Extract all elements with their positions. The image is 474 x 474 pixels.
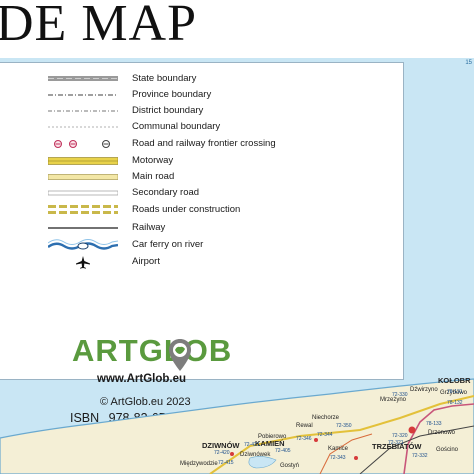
postcode-label: 72-421 (244, 442, 260, 448)
legend-row-motorway: Motorway (0, 154, 403, 168)
place-label: Dźwirzyno (410, 387, 438, 393)
postcode-label: 72-320 (392, 433, 408, 439)
legend-row-state-boundary: State boundary (0, 72, 403, 86)
legend-label: Communal boundary (132, 121, 221, 132)
publisher-brand: ARTGLOB (72, 333, 233, 368)
legend-label: Main road (132, 171, 175, 182)
place-label: Gościno (436, 447, 459, 453)
postcode-label: 72-415 (218, 460, 234, 466)
legend-row-province-boundary: Province boundary (0, 88, 403, 102)
map-title: DE MAP (0, 0, 198, 52)
place-label: Rewal (296, 423, 313, 429)
postcode-label: 72-330 (392, 392, 408, 398)
legend-row-secondary-road: Secondary road (0, 186, 403, 200)
car-ferry-symbol (48, 239, 118, 250)
legend-label: Secondary road (132, 187, 200, 198)
town-marker (314, 438, 318, 442)
frontier-crossing-symbol (54, 140, 110, 148)
legend-label: Car ferry on river (132, 239, 204, 250)
place-label: Dziwnówek (240, 452, 271, 458)
railway-symbol (48, 227, 118, 229)
legend-label: State boundary (132, 73, 197, 84)
place-label: Międzywodzie (180, 461, 218, 467)
postcode-label: 72-346 (296, 436, 312, 442)
roads-under-construction-symbol (48, 205, 118, 214)
postcode-label: 78-132 (447, 400, 463, 406)
legend-label: Road and railway frontier crossing (132, 138, 276, 149)
legend-row-airport: Airport (0, 255, 403, 269)
postcode-label: 72-420 (214, 450, 230, 456)
place-label: Niechorze (312, 415, 340, 421)
legend-panel: State boundary Province boundary Distric… (0, 62, 404, 425)
district-boundary-symbol (48, 110, 118, 112)
legend-label: Roads under construction (132, 204, 241, 215)
town-marker (230, 452, 234, 456)
postcode-label: 72-343 (330, 455, 346, 461)
title-band: DE MAP (0, 0, 474, 52)
map-pin-icon (169, 339, 191, 371)
place-label: DZIWNÓW (202, 441, 240, 450)
postcode-label: 78-133 (426, 421, 442, 427)
place-label: Kamice (328, 446, 349, 452)
state-boundary-symbol (48, 76, 118, 81)
place-label: KOŁOBR (438, 376, 471, 385)
province-boundary-symbol (48, 94, 118, 96)
main-road-symbol (48, 174, 118, 180)
legend-row-frontier-crossing: Road and railway frontier crossing (0, 137, 403, 151)
postcode-label: 72-321 (388, 440, 404, 446)
legend-label: Railway (132, 222, 166, 233)
grid-number: 15 (465, 60, 472, 66)
airport-symbol (76, 256, 90, 269)
postcode-label: 72-405 (275, 448, 291, 454)
publisher-logo: ARTGLOB (72, 333, 232, 369)
postcode-label: 72-344 (317, 432, 333, 438)
postcode-label: 72-350 (336, 423, 352, 429)
secondary-road-symbol (48, 190, 118, 196)
legend-label: Motorway (132, 155, 174, 166)
legend-row-main-road: Main road (0, 170, 403, 184)
legend-row-car-ferry: Car ferry on river (0, 238, 403, 252)
legend-label: District boundary (132, 105, 204, 116)
place-label: Drzonowo (428, 430, 456, 436)
place-label: Gostyń (280, 463, 300, 469)
legend-row-communal-boundary: Communal boundary (0, 120, 403, 134)
town-marker (354, 456, 358, 460)
postcode-label: 78-131 (447, 389, 463, 395)
legend-label: Province boundary (132, 89, 212, 100)
legend-row-district-boundary: District boundary (0, 104, 403, 118)
coastline-map (0, 378, 474, 474)
postcode-label: 72-332 (412, 453, 428, 459)
motorway-symbol (48, 157, 118, 165)
legend-row-railway: Railway (0, 221, 403, 235)
legend-label: Airport (132, 256, 160, 267)
town-marker (408, 426, 416, 434)
communal-boundary-symbol (48, 126, 118, 128)
legend-row-roads-under-construction: Roads under construction (0, 203, 403, 217)
